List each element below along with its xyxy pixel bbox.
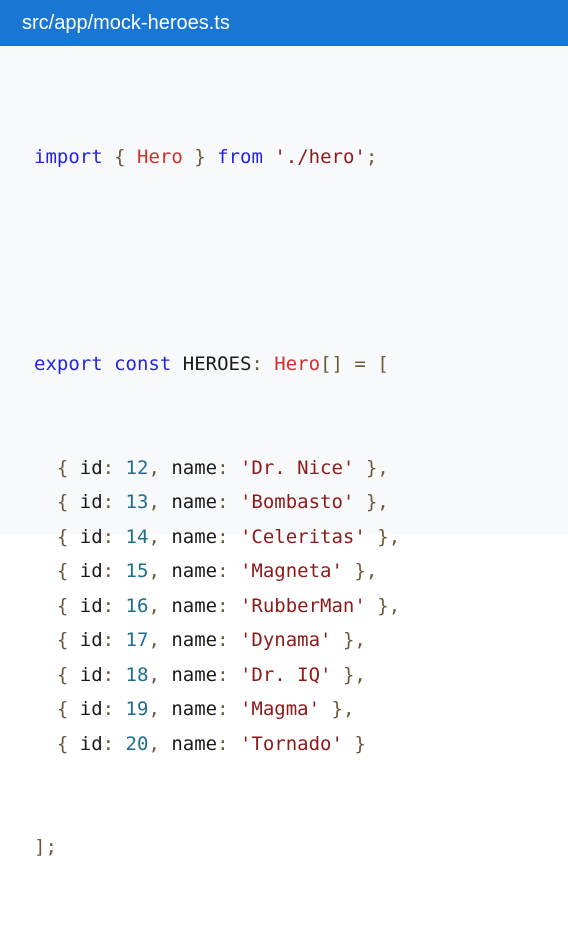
hero-line: { id: 17, name: 'Dynama' },	[34, 629, 366, 651]
hero-list: { id: 12, name: 'Dr. Nice' }, { id: 13, …	[34, 451, 568, 762]
import-line: import { Hero } from './hero';	[34, 146, 378, 168]
hero-line: { id: 14, name: 'Celeritas' },	[34, 525, 401, 548]
hero-name: 'Bombasto'	[239, 491, 355, 513]
hero-id: 20	[125, 732, 149, 755]
hero-line: { id: 13, name: 'Bombasto' },	[34, 491, 389, 513]
hero-id: 16	[125, 594, 149, 617]
hero-line: { id: 18, name: 'Dr. IQ' },	[34, 663, 366, 686]
hero-id: 19	[125, 698, 149, 720]
hero-line: { id: 16, name: 'RubberMan' },	[34, 594, 401, 617]
file-path-header: src/app/mock-heroes.ts	[0, 0, 568, 46]
hero-name: 'Tornado'	[239, 732, 343, 755]
hero-id: 15	[125, 560, 149, 582]
code-example-card: src/app/mock-heroes.ts import { Hero } f…	[0, 0, 568, 858]
hero-name: 'Dynama'	[239, 629, 332, 651]
hero-line: { id: 15, name: 'Magneta' },	[34, 560, 378, 582]
hero-line: { id: 12, name: 'Dr. Nice' },	[34, 456, 389, 479]
hero-id: 18	[125, 663, 149, 686]
array-close-line: ];	[34, 836, 57, 858]
hero-name: 'Magma'	[239, 698, 321, 720]
export-line: export const HEROES: Hero[] = [	[34, 353, 389, 375]
hero-name: 'Dr. IQ'	[239, 663, 332, 686]
hero-line: { id: 19, name: 'Magma' },	[34, 698, 355, 720]
hero-name: 'RubberMan'	[239, 594, 366, 617]
code-block: import { Hero } from './hero'; export co…	[0, 46, 568, 934]
hero-name: 'Magneta'	[239, 560, 343, 582]
hero-id: 12	[125, 456, 149, 479]
hero-line: { id: 20, name: 'Tornado' }	[34, 732, 366, 755]
hero-id: 17	[125, 629, 149, 651]
hero-id: 14	[125, 525, 149, 548]
hero-id: 13	[125, 491, 149, 513]
hero-name: 'Dr. Nice'	[239, 456, 355, 479]
hero-name: 'Celeritas'	[239, 525, 366, 548]
